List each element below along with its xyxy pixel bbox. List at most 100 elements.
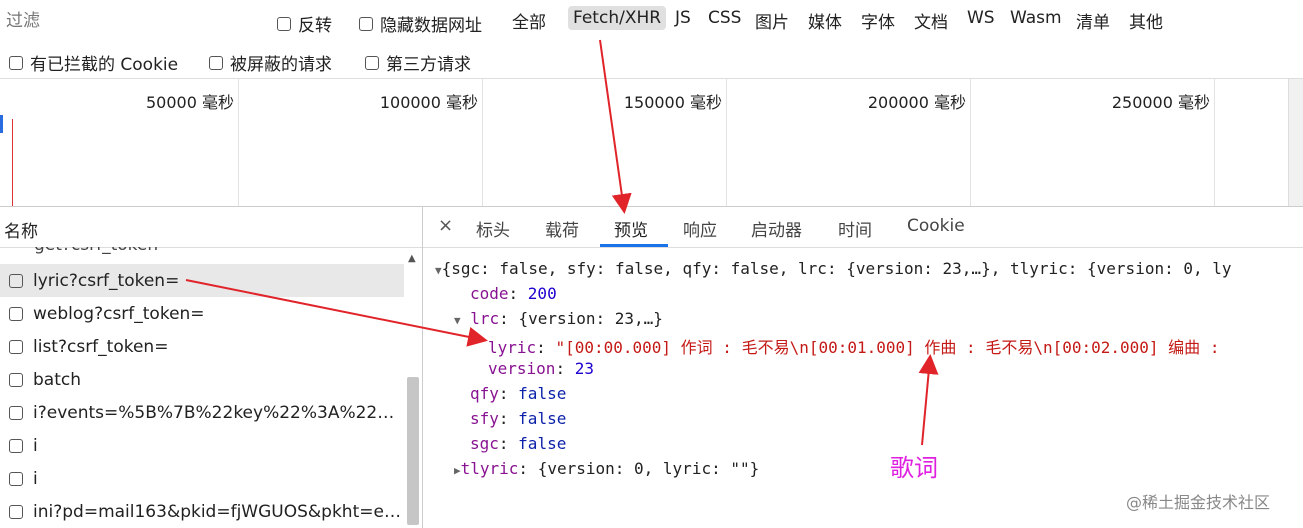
type-filter-fonts[interactable]: 字体: [861, 8, 895, 33]
timeline-gridline: [970, 79, 971, 207]
timeline-marker-dom-loaded: [0, 115, 3, 133]
json-value: false: [518, 434, 567, 453]
request-type-icon: [9, 273, 23, 288]
detail-tabbar: × 标头 载荷 预览 响应 启动器 时间 Cookie: [423, 207, 1303, 248]
hide-data-urls-label: 隐藏数据网址: [380, 16, 482, 36]
list-item[interactable]: i: [0, 429, 404, 462]
json-sfy-row[interactable]: sfy: false: [470, 409, 566, 428]
timeline-tick-label: 200000 毫秒: [867, 93, 966, 112]
expand-triangle-icon[interactable]: ▼: [435, 264, 442, 277]
blocked-cookies-label: 有已拦截的 Cookie: [30, 55, 179, 75]
lyrics-annotation-label: 歌词: [890, 454, 938, 482]
list-item-label: batch: [33, 369, 81, 390]
list-item[interactable]: i: [0, 462, 404, 495]
request-list-header[interactable]: 名称: [0, 207, 422, 248]
tab-headers[interactable]: 标头: [476, 216, 510, 241]
type-filter-manifest[interactable]: 清单: [1076, 8, 1110, 33]
timeline-overview[interactable]: 50000 毫秒 100000 毫秒 150000 毫秒 200000 毫秒 2…: [0, 78, 1303, 207]
type-filter-all[interactable]: 全部: [512, 8, 546, 33]
timeline-gridline: [726, 79, 727, 207]
checkbox-box[interactable]: [359, 16, 373, 31]
list-item-label: get?csrf_token=: [34, 247, 172, 255]
expand-triangle-icon[interactable]: ▼: [454, 314, 461, 327]
type-filter-wasm[interactable]: Wasm: [1010, 8, 1062, 28]
json-lyric-row[interactable]: lyric: "[00:00.000] 作词 : 毛不易\n[00:01.000…: [488, 334, 1219, 358]
list-item[interactable]: batch: [0, 363, 404, 396]
scrollbar-thumb[interactable]: [407, 377, 419, 525]
type-filter-media[interactable]: 媒体: [808, 8, 842, 33]
json-lrc-node[interactable]: ▼ lrc: {version: 23,…}: [454, 309, 663, 328]
timeline-tick-label: 50000 毫秒: [146, 93, 234, 112]
request-type-icon: [9, 504, 23, 519]
json-qfy-row[interactable]: qfy: false: [470, 384, 566, 403]
type-filter-ws[interactable]: WS: [967, 8, 995, 28]
type-filter-js[interactable]: JS: [675, 8, 691, 28]
json-root-node[interactable]: ▼{sgc: false, sfy: false, qfy: false, lr…: [435, 259, 1232, 278]
timeline-gridline: [238, 79, 239, 207]
list-item[interactable]: weblog?csrf_token=: [0, 297, 404, 330]
filter-toolbar: 反转 隐藏数据网址 全部 Fetch/XHR JS CSS 图片 媒体 字体 文…: [0, 0, 1303, 44]
json-value: 23: [574, 359, 594, 378]
json-root-summary: {sgc: false, sfy: false, qfy: false, lrc…: [441, 259, 1232, 278]
list-item-partial[interactable]: get?csrf_token=: [0, 247, 404, 255]
invert-checkbox[interactable]: 反转: [277, 11, 332, 36]
timeline-gridline: [482, 79, 483, 207]
third-party-checkbox[interactable]: 第三方请求: [365, 50, 471, 75]
tab-initiator[interactable]: 启动器: [751, 216, 802, 241]
timeline-scrollbar[interactable]: [1288, 79, 1303, 207]
close-icon[interactable]: ×: [438, 215, 453, 236]
type-filter-docs[interactable]: 文档: [914, 8, 948, 33]
json-key: sfy: [470, 409, 499, 428]
tab-preview[interactable]: 预览: [614, 216, 648, 241]
json-key: code: [470, 284, 509, 303]
checkbox-box[interactable]: [9, 55, 23, 70]
checkbox-box[interactable]: [277, 16, 291, 31]
json-tlyric-node[interactable]: ▶tlyric: {version: 0, lyric: ""}: [454, 459, 759, 478]
tab-response[interactable]: 响应: [683, 216, 717, 241]
json-sgc-row[interactable]: sgc: false: [470, 434, 566, 453]
list-item[interactable]: i?events=%5B%7B%22key%22%3A%22perf..: [0, 396, 404, 429]
list-item-label: list?csrf_token=: [33, 336, 169, 357]
type-filter-images[interactable]: 图片: [755, 8, 789, 33]
json-key: sgc: [470, 434, 499, 453]
json-key: version: [488, 359, 556, 378]
blocked-requests-label: 被屏蔽的请求: [230, 55, 332, 75]
scroll-up-arrow-icon[interactable]: ▲: [408, 253, 416, 264]
json-value: 200: [527, 284, 557, 303]
name-column-header[interactable]: 名称: [4, 217, 38, 242]
checkbox-box[interactable]: [365, 55, 379, 70]
request-list-scrollbar[interactable]: ▲: [406, 247, 420, 528]
json-code-row[interactable]: code: 200: [470, 284, 557, 303]
blocked-requests-checkbox[interactable]: 被屏蔽的请求: [209, 50, 332, 75]
list-item[interactable]: ini?pd=mail163&pkid=fjWGUOS&pkht=em..: [0, 495, 404, 528]
checkbox-box[interactable]: [209, 55, 223, 70]
request-type-icon: [9, 306, 23, 321]
list-item-label: i?events=%5B%7B%22key%22%3A%22perf..: [33, 402, 404, 423]
json-key: tlyric: [460, 459, 519, 478]
json-version-row[interactable]: version: 23: [488, 359, 594, 378]
blocked-cookies-checkbox[interactable]: 有已拦截的 Cookie: [9, 50, 178, 75]
list-item[interactable]: list?csrf_token=: [0, 330, 404, 363]
list-item-label: i: [33, 468, 38, 489]
type-filter-other[interactable]: 其他: [1129, 8, 1163, 33]
json-value: false: [518, 409, 567, 428]
tab-cookies[interactable]: Cookie: [907, 216, 965, 236]
timeline-tick-label: 250000 毫秒: [1111, 93, 1210, 112]
list-item-label: weblog?csrf_token=: [33, 303, 205, 324]
type-filter-css[interactable]: CSS: [708, 8, 741, 28]
request-type-icon: [9, 471, 23, 486]
active-tab-indicator: [600, 244, 668, 247]
request-type-icon: [9, 372, 23, 387]
list-item-label: lyric?csrf_token=: [33, 270, 180, 291]
json-value: {version: 0, lyric: ""}: [537, 459, 760, 478]
json-value: "[00:00.000] 作词 : 毛不易\n[00:01.000] 作曲 : …: [555, 338, 1220, 357]
list-item-lyric[interactable]: lyric?csrf_token=: [0, 264, 404, 297]
type-filter-fetch-xhr[interactable]: Fetch/XHR: [568, 6, 667, 30]
filter-input[interactable]: [2, 7, 262, 35]
tab-timing[interactable]: 时间: [838, 216, 872, 241]
collapse-triangle-icon[interactable]: ▶: [454, 464, 461, 477]
request-detail-panel: × 标头 载荷 预览 响应 启动器 时间 Cookie ▼{sgc: false…: [423, 206, 1303, 528]
tab-payload[interactable]: 载荷: [545, 216, 579, 241]
third-party-label: 第三方请求: [386, 55, 471, 75]
hide-data-urls-checkbox[interactable]: 隐藏数据网址: [359, 11, 482, 36]
